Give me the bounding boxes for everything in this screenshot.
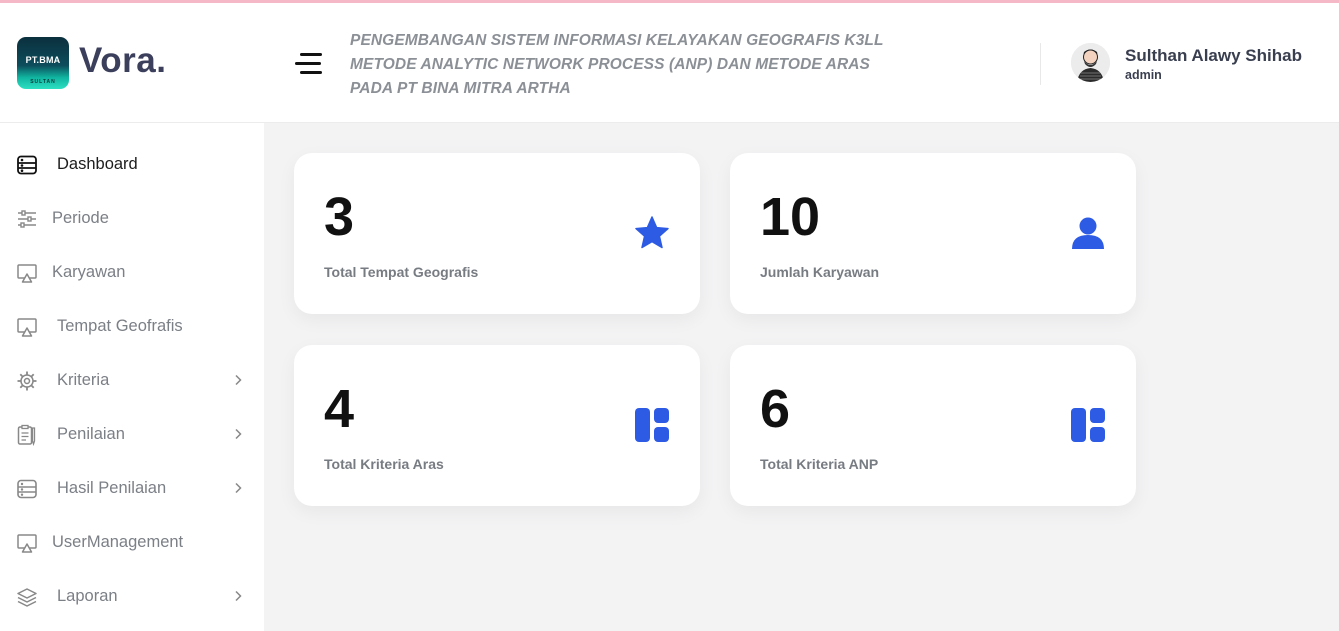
sidebar-item-hasil-penilaian[interactable]: Hasil Penilaian [0, 468, 264, 508]
user-icon [1072, 217, 1104, 249]
app-title-line-1: PENGEMBANGAN SISTEM INFORMASI KELAYAKAN … [350, 32, 884, 49]
stat-value: 10 [760, 187, 821, 247]
clipboard-icon [17, 424, 36, 446]
grid-icon [1071, 408, 1105, 442]
monitor-icon [17, 534, 37, 553]
stat-label: Jumlah Karyawan [760, 264, 880, 280]
sidebar-item-label: Periode [52, 209, 109, 227]
sidebar-item-label: Tempat Geofrafis [57, 317, 183, 335]
sidebar-item-karyawan[interactable]: Karyawan [0, 252, 264, 292]
user-name[interactable]: Sulthan Alawy Shihab [1125, 46, 1302, 66]
sidebar-item-laporan[interactable]: Laporan [0, 576, 264, 616]
sidebar-item-label: Penilaian [57, 425, 125, 443]
sliders-icon [18, 210, 36, 228]
server-icon [17, 479, 37, 499]
sidebar-item-user-management[interactable]: UserManagement [0, 522, 264, 562]
menu-toggle-icon[interactable] [290, 51, 324, 77]
user-avatar[interactable] [1071, 43, 1110, 82]
sidebar-item-tempat-geofrafis[interactable]: Tempat Geofrafis [0, 306, 264, 346]
app-title: PENGEMBANGAN SISTEM INFORMASI KELAYAKAN … [350, 29, 910, 101]
stat-value: 6 [760, 379, 791, 439]
sidebar-item-label: UserManagement [52, 533, 184, 551]
grid-icon [635, 408, 669, 442]
monitor-icon [17, 264, 37, 283]
top-header: PT.BMA SULTAN Vora. PENGEMBANGAN SISTEM … [0, 3, 1339, 123]
stat-card-kriteria-anp[interactable]: 6 Total Kriteria ANP [730, 345, 1136, 506]
dashboard-icon [17, 155, 37, 175]
dashboard-content: 3 Total Tempat Geografis 10 Jumlah Karya… [264, 123, 1339, 631]
stat-card-kriteria-aras[interactable]: 4 Total Kriteria Aras [294, 345, 700, 506]
stat-value: 3 [324, 187, 355, 247]
sidebar-item-kriteria[interactable]: Kriteria [0, 360, 264, 400]
sidebar-item-label: Laporan [57, 587, 118, 605]
chevron-right-icon [235, 590, 242, 602]
chevron-right-icon [235, 374, 242, 386]
sidebar-item-penilaian[interactable]: Penilaian [0, 414, 264, 454]
gear-icon [17, 371, 37, 391]
stat-label: Total Kriteria Aras [324, 456, 444, 472]
stat-label: Total Kriteria ANP [760, 456, 879, 472]
logo-text: PT.BMA [25, 55, 61, 65]
company-logo[interactable]: PT.BMA SULTAN [17, 37, 69, 89]
sidebar-item-dashboard[interactable]: Dashboard [0, 144, 264, 184]
header-divider [1040, 43, 1041, 85]
chevron-right-icon [235, 482, 242, 494]
user-role: admin [1125, 68, 1162, 82]
sidebar-item-label: Dashboard [57, 155, 138, 173]
brand-name[interactable]: Vora. [79, 41, 166, 81]
stat-card-jumlah-karyawan[interactable]: 10 Jumlah Karyawan [730, 153, 1136, 314]
monitor-icon [17, 318, 37, 337]
app-title-line-2: METODE ANALYTIC NETWORK PROCESS (ANP) DA… [350, 56, 870, 73]
chevron-right-icon [235, 428, 242, 440]
stat-label: Total Tempat Geografis [324, 264, 479, 280]
stat-value: 4 [324, 379, 355, 439]
sidebar: Dashboard Periode Karyawan Tempat Geofra… [0, 123, 264, 631]
sidebar-item-label: Kriteria [57, 371, 110, 389]
app-title-line-3: PADA PT BINA MITRA ARTHA [350, 80, 571, 97]
sidebar-item-label: Hasil Penilaian [57, 479, 167, 497]
star-icon [635, 216, 669, 249]
stat-card-tempat-geografis[interactable]: 3 Total Tempat Geografis [294, 153, 700, 314]
sidebar-item-label: Karyawan [52, 263, 126, 281]
layers-icon [17, 588, 37, 607]
sidebar-item-periode[interactable]: Periode [0, 198, 264, 238]
logo-subtext: SULTAN [30, 79, 56, 85]
